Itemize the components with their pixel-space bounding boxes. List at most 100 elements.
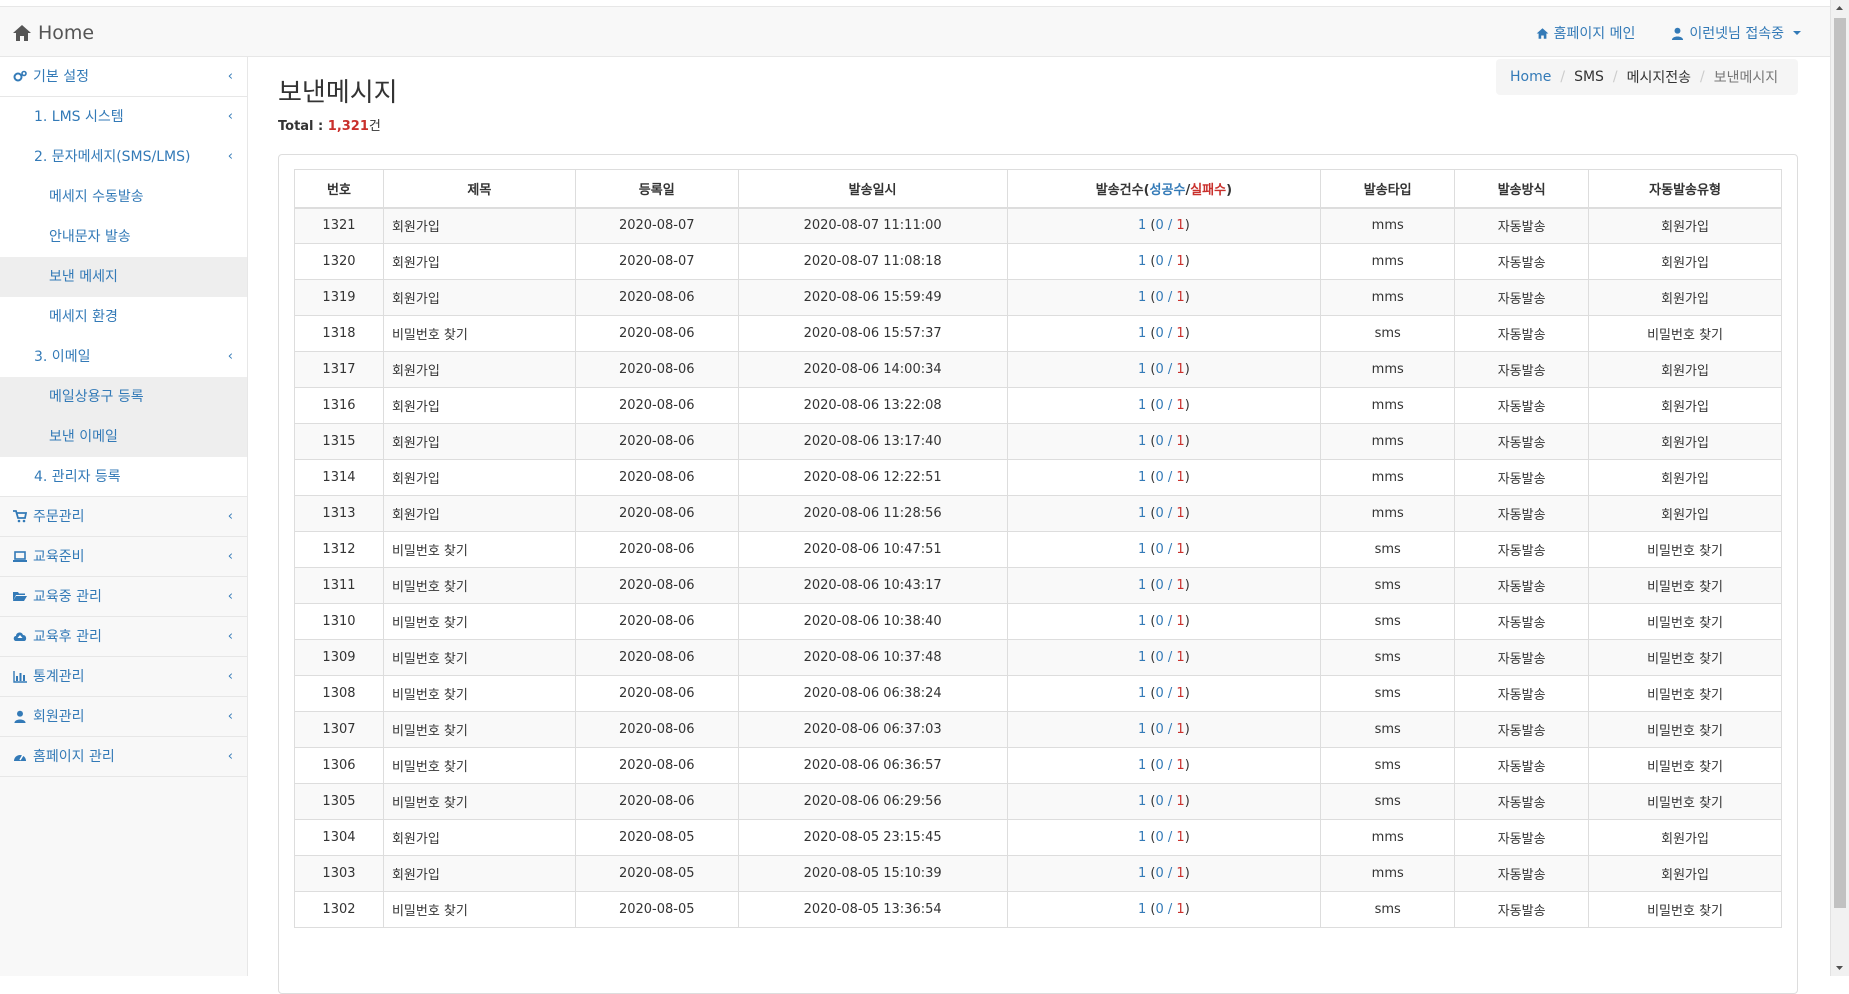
scrollbar-thumb[interactable]	[1834, 18, 1846, 908]
sidebar-item-manual-send[interactable]: 메세지 수동발송	[0, 177, 247, 217]
home-icon	[1536, 27, 1548, 39]
total-value: 1,321	[327, 119, 369, 134]
table-row[interactable]: 1308 비밀번호 찾기 2020-08-06 2020-08-06 06:38:24…	[294, 675, 1782, 712]
count-paren-close: )	[1184, 506, 1190, 521]
sidebar-item-lms[interactable]: 1. LMS 시스템 ‹	[0, 97, 247, 137]
count-total: 1	[1137, 398, 1147, 413]
cell-send-count: 1 (0 / 1)	[1006, 711, 1322, 748]
table-row[interactable]: 1304 회원가입 2020-08-05 2020-08-05 23:15:45 1 (…	[294, 819, 1782, 856]
sidebar-item-sent-email[interactable]: 보낸 이메일	[0, 417, 247, 457]
sidebar-item-basic-settings[interactable]: 기본 설정 ‹	[0, 57, 247, 97]
cell-no: 1318	[294, 315, 384, 352]
sidebar-item-label: 4. 관리자 등록	[34, 469, 121, 485]
cell-send-method: 자동발송	[1454, 495, 1590, 532]
vertical-scrollbar[interactable]	[1830, 0, 1849, 976]
sidebar-item-sms[interactable]: 2. 문자메세지(SMS/LMS) ‹	[0, 137, 247, 177]
sidebar-item-sent-messages[interactable]: 보낸 메세지	[0, 257, 247, 297]
sidebar-item-edu-after[interactable]: 교육후 관리 ‹	[0, 617, 247, 657]
table-row[interactable]: 1319 회원가입 2020-08-06 2020-08-06 15:59:49 1 (…	[294, 279, 1782, 316]
breadcrumb-send: 메시지전송	[1626, 70, 1692, 86]
header-count-fail: 실패수	[1190, 182, 1227, 198]
sidebar-item-email[interactable]: 3. 이메일 ‹	[0, 337, 247, 377]
bar-chart-icon	[13, 671, 27, 683]
sidebar-item-notice-send[interactable]: 안내문자 발송	[0, 217, 247, 257]
table-row[interactable]: 1303 회원가입 2020-08-05 2020-08-05 15:10:39 1 (…	[294, 855, 1782, 892]
count-paren-close: )	[1184, 686, 1190, 701]
sidebar-item-edu-during[interactable]: 교육중 관리 ‹	[0, 577, 247, 617]
cell-send-count: 1 (0 / 1)	[1006, 675, 1322, 712]
table-row[interactable]: 1313 회원가입 2020-08-06 2020-08-06 11:28:56 1 (…	[294, 495, 1782, 532]
sidebar-item-label: 교육중 관리	[33, 588, 102, 605]
cell-no: 1302	[294, 891, 384, 928]
count-total: 1	[1137, 434, 1147, 449]
user-menu[interactable]: 이런넷님 접속중	[1671, 23, 1801, 43]
cell-reg-date: 2020-08-06	[574, 279, 739, 316]
cell-auto-type: 회원가입	[1588, 243, 1782, 280]
table-row[interactable]: 1305 비밀번호 찾기 2020-08-06 2020-08-06 06:29:56…	[294, 783, 1782, 820]
brand-link[interactable]: Home	[12, 22, 94, 44]
chevron-left-icon: ‹	[227, 709, 233, 724]
sidebar-item-label: 보낸 이메일	[49, 429, 118, 445]
cell-send-count: 1 (0 / 1)	[1006, 819, 1322, 856]
cell-send-count: 1 (0 / 1)	[1006, 639, 1322, 676]
scroll-down-arrow-icon[interactable]	[1831, 959, 1848, 976]
sidebar-item-members[interactable]: 회원관리 ‹	[0, 697, 247, 737]
table-row[interactable]: 1309 비밀번호 찾기 2020-08-06 2020-08-06 10:37:48…	[294, 639, 1782, 676]
count-ok: 0	[1155, 830, 1164, 845]
table-row[interactable]: 1318 비밀번호 찾기 2020-08-06 2020-08-06 15:57:37…	[294, 315, 1782, 352]
sidebar-item-label: 메일상용구 등록	[49, 389, 144, 405]
table-row[interactable]: 1314 회원가입 2020-08-06 2020-08-06 12:22:51 1 (…	[294, 459, 1782, 496]
cell-send-method: 자동발송	[1454, 747, 1590, 784]
cell-send-date: 2020-08-05 13:36:54	[737, 891, 1008, 928]
count-fail: 1	[1176, 758, 1185, 773]
count-slash: /	[1163, 866, 1177, 881]
count-paren-close: )	[1184, 758, 1190, 773]
table-row[interactable]: 1317 회원가입 2020-08-06 2020-08-06 14:00:34 1 (…	[294, 351, 1782, 388]
cell-send-type: mms	[1320, 819, 1456, 856]
count-fail: 1	[1176, 542, 1185, 557]
laptop-icon	[13, 551, 27, 562]
count-ok: 0	[1155, 362, 1164, 377]
top-border	[0, 0, 1831, 7]
sidebar-item-message-env[interactable]: 메세지 환경	[0, 297, 247, 337]
table-row[interactable]: 1311 비밀번호 찾기 2020-08-06 2020-08-06 10:43:17…	[294, 567, 1782, 604]
cell-subject: 비밀번호 찾기	[382, 639, 576, 676]
sidebar-item-homepage[interactable]: 홈페이지 관리 ‹	[0, 737, 247, 777]
table-row[interactable]: 1315 회원가입 2020-08-06 2020-08-06 13:17:40 1 (…	[294, 423, 1782, 460]
count-ok: 0	[1155, 614, 1164, 629]
sidebar-item-order[interactable]: 주문관리 ‹	[0, 497, 247, 537]
count-ok: 0	[1155, 398, 1164, 413]
cell-no: 1320	[294, 243, 384, 280]
cell-subject: 비밀번호 찾기	[382, 891, 576, 928]
table-row[interactable]: 1307 비밀번호 찾기 2020-08-06 2020-08-06 06:37:03…	[294, 711, 1782, 748]
homepage-main-link[interactable]: 홈페이지 메인	[1536, 23, 1635, 43]
sidebar-item-stats[interactable]: 통계관리 ‹	[0, 657, 247, 697]
table-row[interactable]: 1302 비밀번호 찾기 2020-08-05 2020-08-05 13:36:54…	[294, 891, 1782, 928]
count-paren-close: )	[1184, 434, 1190, 449]
table-row[interactable]: 1321 회원가입 2020-08-07 2020-08-07 11:11:00 1 (…	[294, 207, 1782, 244]
table-row[interactable]: 1320 회원가입 2020-08-07 2020-08-07 11:08:18 1 (…	[294, 243, 1782, 280]
sidebar-item-edu-prep[interactable]: 교육준비 ‹	[0, 537, 247, 577]
table-row[interactable]: 1312 비밀번호 찾기 2020-08-06 2020-08-06 10:47:51…	[294, 531, 1782, 568]
breadcrumb-home[interactable]: Home	[1510, 69, 1551, 85]
total-unit: 건	[368, 119, 381, 134]
cell-no: 1313	[294, 495, 384, 532]
scroll-up-arrow-icon[interactable]	[1831, 0, 1848, 17]
table-row[interactable]: 1316 회원가입 2020-08-06 2020-08-06 13:22:08 1 (…	[294, 387, 1782, 424]
count-slash: /	[1163, 470, 1177, 485]
cell-reg-date: 2020-08-05	[574, 891, 739, 928]
count-fail: 1	[1176, 506, 1185, 521]
header-count-suffix: )	[1226, 182, 1233, 198]
count-fail: 1	[1176, 614, 1185, 629]
dashboard-icon	[14, 754, 26, 761]
sidebar-item-admin-register[interactable]: 4. 관리자 등록	[0, 457, 247, 497]
table-row[interactable]: 1306 비밀번호 찾기 2020-08-06 2020-08-06 06:36:57…	[294, 747, 1782, 784]
count-ok: 0	[1155, 866, 1164, 881]
count-paren-close: )	[1184, 542, 1190, 557]
header-count-prefix: 발송건수(	[1095, 182, 1150, 198]
cell-send-date: 2020-08-06 06:37:03	[737, 711, 1008, 748]
sidebar-item-mail-phrase[interactable]: 메일상용구 등록	[0, 377, 247, 417]
table-row[interactable]: 1310 비밀번호 찾기 2020-08-06 2020-08-06 10:38:40…	[294, 603, 1782, 640]
cell-reg-date: 2020-08-06	[574, 675, 739, 712]
count-total: 1	[1137, 326, 1147, 341]
